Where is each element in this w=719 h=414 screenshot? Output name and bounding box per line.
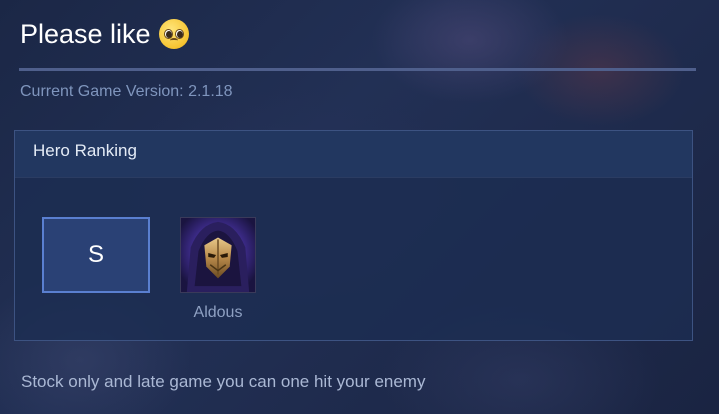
game-version-text: Current Game Version: 2.1.18 — [20, 83, 233, 100]
page-title-text: Please like — [20, 19, 151, 49]
hero-name-label: Aldous — [193, 304, 243, 321]
hero-card-aldous[interactable]: Aldous — [179, 217, 257, 323]
aldous-portrait-icon — [180, 217, 256, 293]
hero-ranking-panel: Hero Ranking S Aldous — [14, 130, 693, 341]
pleading-face-icon — [158, 19, 189, 49]
hero-description: Stock only and late game you can one hit… — [21, 372, 426, 391]
title-divider — [19, 68, 696, 71]
tier-badge: S — [42, 217, 150, 293]
hero-ranking-header: Hero Ranking — [15, 131, 692, 178]
page-title: Please like — [20, 16, 189, 52]
